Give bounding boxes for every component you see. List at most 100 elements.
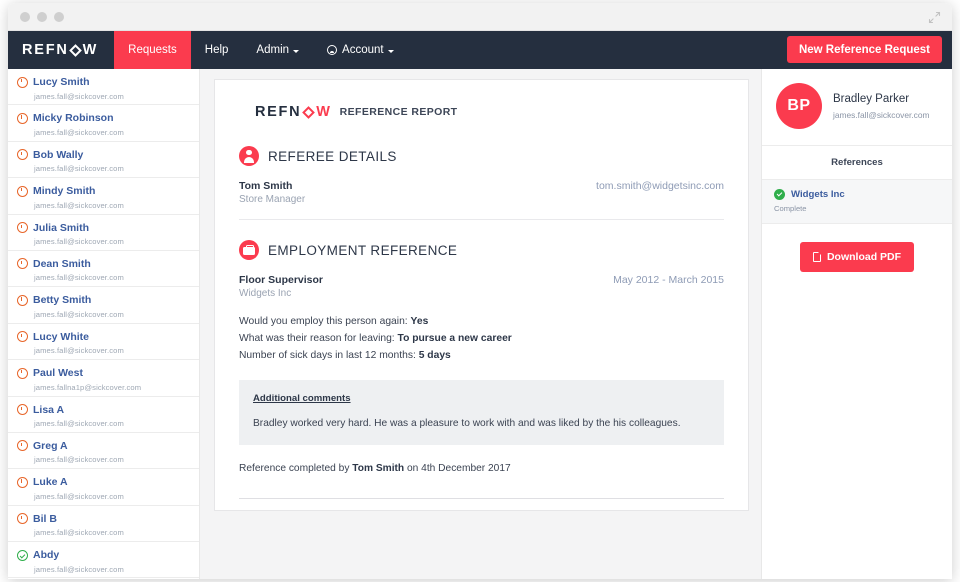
request-candidate-email: james.fall@sickcover.com <box>34 564 124 574</box>
job-title: Floor Supervisor <box>239 274 324 286</box>
report-logo-text-2: W <box>316 104 332 120</box>
close-dot-icon[interactable] <box>20 12 30 22</box>
request-candidate-name: Julia Smith <box>33 221 90 234</box>
app-body: Lucy Smith james.fall@sickcover.com Micky … <box>8 69 952 579</box>
request-candidate-name: Bil B <box>33 512 57 525</box>
candidate-identity: Bradley Parker james.fall@sickcover.com <box>833 93 929 120</box>
minimize-dot-icon[interactable] <box>37 12 47 22</box>
request-candidate-name: Lisa A <box>33 403 65 416</box>
additional-comments-box: Additional comments Bradley worked very … <box>239 380 724 445</box>
new-reference-request-button[interactable]: New Reference Request <box>786 36 942 63</box>
request-candidate-email: james.fall@sickcover.com <box>34 309 124 319</box>
completed-suffix: on 4th December 2017 <box>407 463 511 474</box>
reference-answers: Would you employ this person again: Yes W… <box>239 313 724 364</box>
report-logo-row: REFN W REFERENCE REPORT <box>255 104 724 120</box>
request-list-item[interactable]: Micky Robinson james.fall@sickcover.com <box>8 105 199 142</box>
clock-icon <box>17 149 28 161</box>
nav-label: Admin <box>256 44 290 56</box>
request-list-item[interactable]: Dean Smith james.fall@sickcover.com <box>8 251 199 288</box>
brand-text-2: W <box>82 42 99 58</box>
pdf-file-icon <box>812 251 822 262</box>
requests-sidebar[interactable]: Lucy Smith james.fall@sickcover.com Micky … <box>8 69 200 579</box>
request-candidate-name: Greg A <box>33 439 68 452</box>
request-item-top: Lisa A <box>17 404 189 416</box>
diamond-icon <box>302 105 316 119</box>
reference-answer-line: Would you employ this person again: Yes <box>239 313 724 330</box>
request-list-item[interactable]: Paul West james.fallna1p@sickcover.com <box>8 360 199 397</box>
nav-item-admin[interactable]: Admin <box>242 31 313 69</box>
request-list-item[interactable]: Greg A james.fall@sickcover.com <box>8 433 199 470</box>
referee-email[interactable]: tom.smith@widgetsinc.com <box>596 180 724 192</box>
request-list-item[interactable]: Bil B james.fall@sickcover.com <box>8 506 199 543</box>
reference-question: Would you employ this person again: <box>239 316 408 327</box>
request-list-item[interactable]: Lisa A james.fall@sickcover.com <box>8 397 199 433</box>
request-candidate-name: Mindy Smith <box>33 185 96 198</box>
section-title: REFEREE DETAILS <box>268 148 397 164</box>
download-pdf-button[interactable]: Download PDF <box>799 242 915 272</box>
request-candidate-email: james.fall@sickcover.com <box>34 455 124 465</box>
maximize-dot-icon[interactable] <box>54 12 64 22</box>
request-item-top: Bob Wally <box>17 149 189 161</box>
request-list-item[interactable]: Luke A james.fall@sickcover.com <box>8 469 199 506</box>
request-list-item[interactable]: Betty Smith james.fall@sickcover.com <box>8 287 199 324</box>
request-candidate-email: james.fall@sickcover.com <box>34 346 124 356</box>
request-item-top: Lucy Smith <box>17 76 189 88</box>
clock-icon <box>17 513 28 525</box>
reference-answer: 5 days <box>418 350 451 361</box>
request-item-top: Dean Smith <box>17 258 189 270</box>
reference-answer-line: Number of sick days in last 12 months: 5… <box>239 347 724 364</box>
request-item-top: Bil B <box>17 513 189 525</box>
nav-item-account[interactable]: Account <box>313 31 408 69</box>
layout-gutter <box>200 69 214 579</box>
brand-logo[interactable]: REFN W <box>8 31 114 69</box>
request-item-top: Greg A <box>17 440 189 452</box>
reference-item-top: Widgets Inc <box>774 189 940 200</box>
request-list-item[interactable]: Lucy White james.fall@sickcover.com <box>8 324 199 361</box>
request-candidate-name: Bob Wally <box>33 148 84 161</box>
reference-answer: Yes <box>410 316 429 327</box>
clock-icon <box>17 367 28 379</box>
request-candidate-name: Paul West <box>33 367 83 380</box>
brand-text-1: REFN <box>22 42 69 58</box>
reference-list-item[interactable]: Widgets Inc Complete <box>762 180 952 224</box>
employment-position: Floor Supervisor Widgets Inc <box>239 274 323 299</box>
candidate-email: james.fall@sickcover.com <box>833 109 930 120</box>
request-item-top: Mindy Smith <box>17 185 189 197</box>
request-candidate-email: james.fall@sickcover.com <box>34 91 124 101</box>
request-list-item[interactable]: Lucy Smith james.fall@sickcover.com <box>8 69 199 106</box>
referee-details-heading: REFEREE DETAILS <box>239 146 724 166</box>
reference-report-card: REFN W REFERENCE REPORT REFEREE DETAILS T… <box>214 79 749 511</box>
request-candidate-email: james.fall@sickcover.com <box>34 164 124 174</box>
request-list-item[interactable]: Abdy james.fall@sickcover.com <box>8 542 199 579</box>
avatar: BP <box>776 83 822 129</box>
referee-identity: Tom Smith Store Manager <box>239 180 305 205</box>
request-candidate-email: james.fall@sickcover.com <box>34 200 124 210</box>
clock-icon <box>17 76 28 88</box>
clock-icon <box>17 185 28 197</box>
nav-item-requests[interactable]: Requests <box>114 31 191 69</box>
request-list-item[interactable]: Julia Smith james.fall@sickcover.com <box>8 215 199 251</box>
references-section-header: References <box>762 146 952 180</box>
clock-icon <box>17 404 28 416</box>
reference-question: Number of sick days in last 12 months: <box>239 350 416 361</box>
completed-prefix: Reference completed by <box>239 463 350 474</box>
nav-label: Help <box>204 44 229 56</box>
clock-icon <box>17 222 28 234</box>
request-list-item[interactable]: Bob Wally james.fall@sickcover.com <box>8 142 199 179</box>
download-pdf-label: Download PDF <box>826 251 902 263</box>
employment-dates: May 2012 - March 2015 <box>613 274 724 286</box>
reference-completed-line: Reference completed by Tom Smith on 4th … <box>239 463 724 474</box>
request-item-top: Lucy White <box>17 331 189 343</box>
expand-arrows-icon[interactable] <box>928 11 941 24</box>
chevron-down-icon <box>293 49 300 53</box>
completed-by-name: Tom Smith <box>352 463 405 474</box>
request-list-item[interactable]: Mindy Smith james.fall@sickcover.com <box>8 178 199 215</box>
section-title: EMPLOYMENT REFERENCE <box>268 242 458 258</box>
additional-comments-title: Additional comments <box>253 393 351 404</box>
browser-window: REFN W Requests Help Admin Account New Re… <box>8 3 952 579</box>
request-candidate-email: james.fall@sickcover.com <box>34 127 124 137</box>
status-badge: Complete <box>774 204 807 213</box>
diamond-icon <box>68 43 82 57</box>
request-candidate-name: Lucy White <box>33 330 90 343</box>
nav-item-help[interactable]: Help <box>191 31 243 69</box>
